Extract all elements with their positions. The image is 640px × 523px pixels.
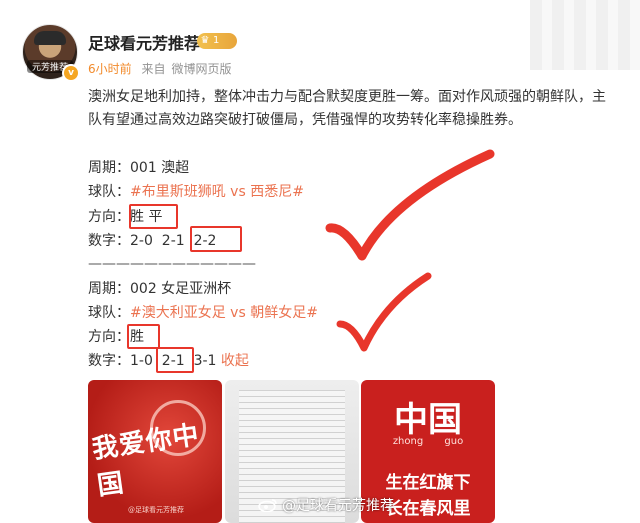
- crown-icon: ♛: [200, 35, 210, 46]
- highlight-box-score-1: [190, 226, 242, 252]
- pick1-period-row: 周期：001 澳超: [88, 157, 189, 179]
- avatar-hat: [34, 31, 66, 45]
- direction-label: 方向：: [88, 209, 130, 225]
- image-3-title: 中国: [394, 400, 462, 440]
- check-mark-icon: [325, 149, 495, 261]
- period-label: 周期：: [88, 281, 130, 297]
- score-3: 3-1: [193, 353, 217, 369]
- score-2: 2-1: [161, 233, 185, 249]
- post-meta: 6小时前 来自 微博网页版: [88, 60, 238, 77]
- period-value: 002 女足亚洲杯: [130, 281, 232, 297]
- number-label: 数字：: [88, 233, 130, 249]
- team-label: 球队：: [88, 305, 130, 321]
- highlight-box-direction-1: [129, 204, 178, 229]
- post-time[interactable]: 6小时前: [88, 62, 132, 76]
- pick1-team-row: 球队：#布里斯班狮吼 vs 西悉尼#: [88, 181, 304, 203]
- post-image-1[interactable]: 我爱你中国 @足球看元芳推荐: [88, 380, 222, 523]
- image-3-line-1: 生在红旗下: [385, 473, 471, 493]
- verified-icon: v: [62, 64, 80, 82]
- team-hashtag-link[interactable]: #布里斯班狮吼 vs 西悉尼#: [130, 184, 304, 200]
- weibo-watermark: @足球看元芳推荐: [258, 495, 394, 515]
- post-source: 微博网页版: [171, 62, 232, 76]
- weibo-logo-icon: [258, 499, 277, 512]
- period-label: 周期：: [88, 160, 130, 176]
- pick2-period-row: 周期：002 女足亚洲杯: [88, 278, 231, 300]
- score-1: 1-0: [130, 353, 153, 369]
- highlight-box-score-2: [156, 347, 194, 373]
- team-hashtag-link[interactable]: #澳大利亚女足 vs 朝鲜女足#: [130, 305, 318, 321]
- number-label: 数字：: [88, 353, 130, 369]
- check-mark-icon: [336, 272, 432, 352]
- period-value: 001 澳超: [130, 160, 190, 176]
- image-1-footer: @足球看元芳推荐: [128, 506, 184, 514]
- level-number: 1: [213, 35, 220, 46]
- source-prefix: 来自: [141, 62, 166, 76]
- highlight-box-direction-2: [127, 324, 160, 349]
- image-3-pinyin: zhong guo: [392, 436, 464, 447]
- blurred-region: [530, 0, 640, 70]
- weibo-post-card: 元芳推荐 v 足球看元芳推荐 ♛ 1 6小时前 来自 微博网页版 澳洲女足地利加持，…: [0, 0, 640, 523]
- direction-label: 方向：: [88, 329, 130, 345]
- collapse-link[interactable]: 收起: [221, 353, 249, 369]
- score-1: 2-0: [130, 233, 153, 249]
- post-body: 澳洲女足地利加持，整体冲击力与配合默契度更胜一筹。面对作风顽强的朝鲜队，主队有望…: [88, 89, 606, 128]
- pick2-team-row: 球队：#澳大利亚女足 vs 朝鲜女足#: [88, 302, 318, 324]
- watermark-text: @足球看元芳推荐: [282, 498, 394, 514]
- divider-line: ————————————: [88, 256, 256, 272]
- team-label: 球队：: [88, 184, 130, 200]
- author-name[interactable]: 足球看元芳推荐: [88, 30, 200, 54]
- member-level-badge[interactable]: ♛ 1: [197, 33, 237, 49]
- image-1-slogan: 我爱你中国: [90, 420, 202, 502]
